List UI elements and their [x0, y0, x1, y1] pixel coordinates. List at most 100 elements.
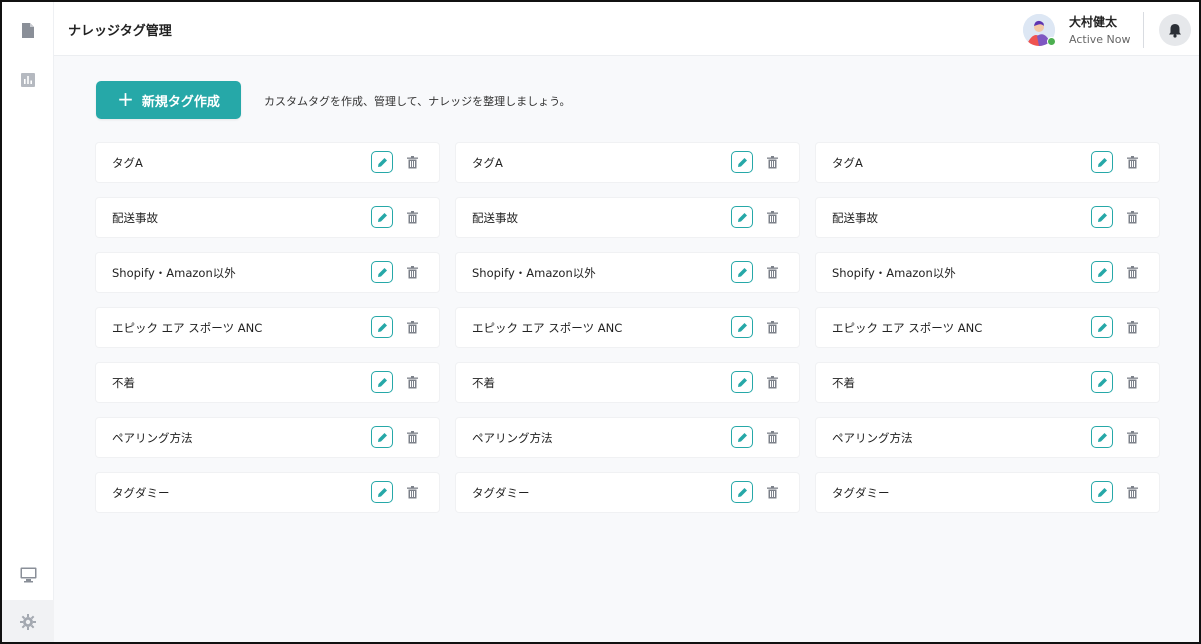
delete-button[interactable] — [1124, 263, 1140, 281]
tag-card: 配送事故 — [816, 198, 1159, 237]
tag-card: 不着 — [816, 363, 1159, 402]
delete-button[interactable] — [404, 263, 420, 281]
new-tag-button[interactable]: + 新規タグ作成 — [96, 81, 241, 119]
pencil-icon — [1097, 432, 1107, 442]
tag-card: Shopify・Amazon以外 — [456, 253, 799, 292]
tag-card: タグA — [96, 143, 439, 182]
delete-button[interactable] — [764, 373, 780, 391]
header: ナレッジタグ管理 大村健太 Active Now — [54, 2, 1199, 56]
delete-button[interactable] — [764, 318, 780, 336]
delete-button[interactable] — [404, 483, 420, 501]
edit-button[interactable] — [1091, 151, 1113, 173]
delete-button[interactable] — [764, 428, 780, 446]
tag-card: エピック エア スポーツ ANC — [96, 308, 439, 347]
tag-label: タグダミー — [472, 486, 530, 500]
trash-icon — [1126, 210, 1138, 223]
tag-label: 不着 — [832, 376, 855, 390]
trash-icon — [406, 320, 418, 333]
main-content: + 新規タグ作成 カスタムタグを作成、管理して、ナレッジを整理しましょう。 タグ… — [54, 56, 1199, 642]
tag-label: ペアリング方法 — [112, 431, 193, 445]
edit-button[interactable] — [371, 371, 393, 393]
tag-label: タグダミー — [832, 486, 890, 500]
tag-card: タグダミー — [96, 473, 439, 512]
tag-label: 配送事故 — [832, 211, 878, 225]
edit-button[interactable] — [731, 481, 753, 503]
edit-button[interactable] — [1091, 316, 1113, 338]
edit-button[interactable] — [1091, 481, 1113, 503]
sidebar-item-analytics[interactable] — [2, 58, 54, 102]
trash-icon — [1126, 265, 1138, 278]
edit-button[interactable] — [371, 261, 393, 283]
tag-card: タグダミー — [816, 473, 1159, 512]
pencil-icon — [377, 212, 387, 222]
delete-button[interactable] — [1124, 428, 1140, 446]
edit-button[interactable] — [1091, 206, 1113, 228]
tag-label: タグダミー — [112, 486, 170, 500]
delete-button[interactable] — [404, 373, 420, 391]
trash-icon — [406, 375, 418, 388]
delete-button[interactable] — [1124, 208, 1140, 226]
delete-button[interactable] — [764, 153, 780, 171]
pencil-icon — [1097, 377, 1107, 387]
edit-button[interactable] — [371, 316, 393, 338]
edit-button[interactable] — [731, 151, 753, 173]
notification-button[interactable] — [1159, 14, 1191, 46]
edit-button[interactable] — [1091, 371, 1113, 393]
online-status-dot — [1047, 37, 1056, 46]
pencil-icon — [737, 487, 747, 497]
delete-button[interactable] — [764, 263, 780, 281]
sidebar-item-documents[interactable] — [2, 8, 54, 52]
trash-icon — [766, 265, 778, 278]
pencil-icon — [1097, 212, 1107, 222]
tag-grid: タグA タグA タグA 配送事故 配送事故 配送事故 Shopify・Amazo… — [96, 143, 1159, 512]
delete-button[interactable] — [764, 483, 780, 501]
tag-label: 配送事故 — [112, 211, 158, 225]
trash-icon — [1126, 155, 1138, 168]
edit-button[interactable] — [371, 206, 393, 228]
tag-card: 配送事故 — [96, 198, 439, 237]
edit-button[interactable] — [371, 151, 393, 173]
pencil-icon — [1097, 157, 1107, 167]
user-menu[interactable]: 大村健太 Active Now — [1009, 2, 1199, 56]
delete-button[interactable] — [1124, 318, 1140, 336]
delete-button[interactable] — [1124, 373, 1140, 391]
pencil-icon — [737, 377, 747, 387]
pencil-icon — [737, 432, 747, 442]
delete-button[interactable] — [404, 153, 420, 171]
pencil-icon — [737, 157, 747, 167]
edit-button[interactable] — [731, 206, 753, 228]
pencil-icon — [737, 267, 747, 277]
trash-icon — [766, 375, 778, 388]
edit-button[interactable] — [731, 261, 753, 283]
delete-button[interactable] — [1124, 153, 1140, 171]
delete-button[interactable] — [404, 318, 420, 336]
sidebar-item-monitor[interactable] — [2, 553, 54, 597]
pencil-icon — [377, 432, 387, 442]
edit-button[interactable] — [731, 316, 753, 338]
delete-button[interactable] — [404, 428, 420, 446]
edit-button[interactable] — [731, 371, 753, 393]
plus-icon: + — [117, 87, 134, 111]
delete-button[interactable] — [404, 208, 420, 226]
pencil-icon — [377, 157, 387, 167]
tag-card: エピック エア スポーツ ANC — [456, 308, 799, 347]
sidebar-item-settings[interactable] — [2, 600, 54, 642]
tag-label: タグA — [472, 156, 503, 170]
trash-icon — [766, 320, 778, 333]
tag-label: 不着 — [472, 376, 495, 390]
edit-button[interactable] — [371, 426, 393, 448]
delete-button[interactable] — [1124, 483, 1140, 501]
edit-button[interactable] — [1091, 426, 1113, 448]
trash-icon — [766, 155, 778, 168]
chart-icon — [21, 73, 35, 87]
tag-label: タグA — [112, 156, 143, 170]
pencil-icon — [377, 487, 387, 497]
document-icon — [22, 22, 34, 38]
edit-button[interactable] — [731, 426, 753, 448]
delete-button[interactable] — [764, 208, 780, 226]
edit-button[interactable] — [1091, 261, 1113, 283]
trash-icon — [766, 430, 778, 443]
tag-label: Shopify・Amazon以外 — [112, 266, 236, 280]
trash-icon — [1126, 375, 1138, 388]
edit-button[interactable] — [371, 481, 393, 503]
